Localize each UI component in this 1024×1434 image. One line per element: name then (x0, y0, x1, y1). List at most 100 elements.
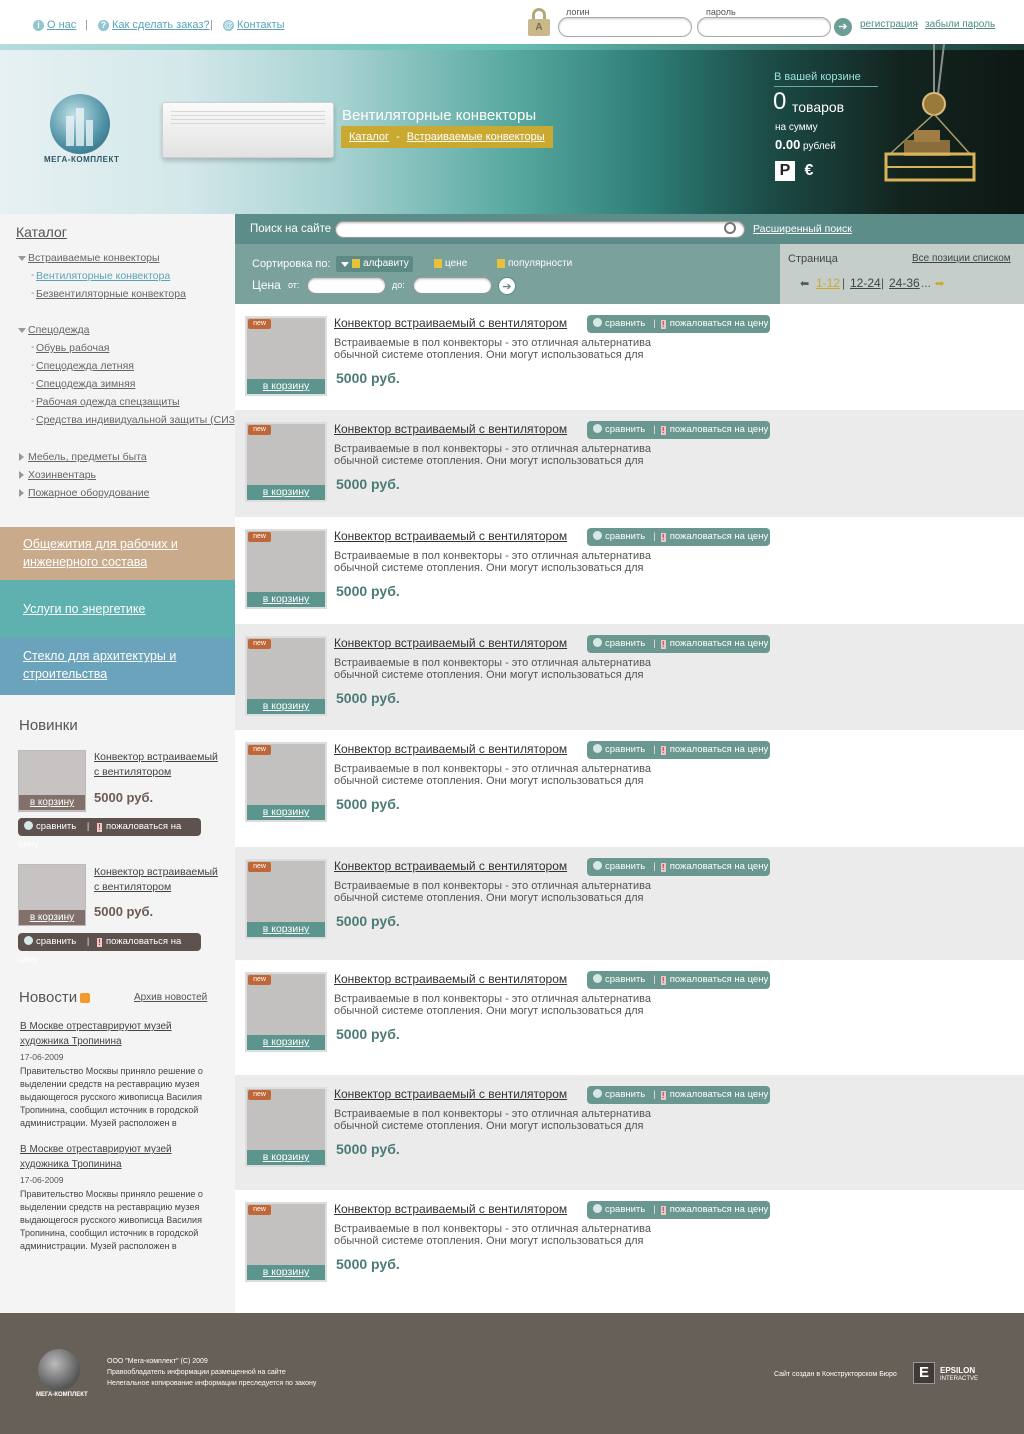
add-to-cart-button[interactable]: в корзину (247, 922, 325, 937)
news-title-link-cont[interactable]: художника Тропинина (20, 1157, 122, 1172)
compare-button[interactable]: сравнить (605, 1089, 645, 1100)
complain-price-button[interactable]: пожаловаться на цену (670, 531, 769, 542)
add-to-cart-button[interactable]: в корзину (247, 1035, 325, 1050)
add-to-cart-button[interactable]: в корзину (247, 699, 325, 714)
complain-price-button[interactable]: пожаловаться на цену (670, 1089, 769, 1100)
next-page-arrow-icon[interactable]: ➡ (935, 277, 944, 290)
novelty-name-link-cont[interactable]: с вентилятором (94, 880, 171, 895)
login-submit-arrow-icon[interactable]: ➔ (834, 18, 852, 36)
price-filter-go-icon[interactable]: ➔ (498, 277, 516, 295)
news-title-link-cont[interactable]: художника Тропинина (20, 1034, 122, 1049)
news-title-link[interactable]: В Москве отреставрируют музей (20, 1019, 172, 1034)
sort-popularity-option[interactable]: популярности (508, 258, 572, 269)
forgot-password-link[interactable]: забыли пароль (925, 19, 995, 30)
expanded-arrow-icon[interactable] (18, 256, 26, 261)
rss-icon[interactable] (80, 993, 90, 1003)
sidebar-item-ppe[interactable]: Средства индивидуальной защиты (СИЗ) (36, 414, 239, 426)
compare-button[interactable]: сравнить (36, 936, 76, 947)
currency-rub-button[interactable]: Р (775, 161, 795, 181)
nav-howto-link[interactable]: Как сделать заказ? (112, 19, 210, 31)
sidebar-item-fanless-convectors[interactable]: Безвентиляторные конвектора (36, 288, 186, 300)
footer-logo-icon[interactable] (38, 1349, 80, 1391)
epsilon-logo-icon[interactable]: E (913, 1362, 935, 1384)
sidebar-item-winter-workwear[interactable]: Спецодежда зимняя (36, 378, 135, 390)
complain-price-button[interactable]: пожаловаться на цену (670, 318, 769, 329)
compare-button[interactable]: сравнить (605, 424, 645, 435)
advanced-search-link[interactable]: Расширенный поиск (753, 223, 852, 235)
sidebar-item-work-shoes[interactable]: Обувь рабочая (36, 342, 109, 354)
compare-button[interactable]: сравнить (605, 1204, 645, 1215)
sidebar-item-workwear[interactable]: Спецодежда (28, 324, 89, 336)
promo-architectural-glass[interactable]: Стекло для архитектуры и строительства (0, 638, 235, 695)
currency-eur-button[interactable]: € (799, 161, 819, 181)
sidebar-item-summer-workwear[interactable]: Спецодежда летняя (36, 360, 134, 372)
add-to-cart-button[interactable]: в корзину (247, 1150, 325, 1165)
page-1-12[interactable]: 1-12 (816, 276, 840, 290)
collapsed-arrow-icon[interactable] (19, 453, 24, 461)
compare-button[interactable]: сравнить (605, 318, 645, 329)
sidebar-item-built-in-convectors[interactable]: Встраиваемые конвекторы (28, 252, 160, 264)
product-name-link[interactable]: Конвектор встраиваемый с вентилятором (334, 1202, 567, 1216)
product-name-link[interactable]: Конвектор встраиваемый с вентилятором (334, 316, 567, 330)
compare-button[interactable]: сравнить (605, 744, 645, 755)
compare-button[interactable]: сравнить (605, 638, 645, 649)
product-name-link[interactable]: Конвектор встраиваемый с вентилятором (334, 742, 567, 756)
add-to-cart-button[interactable]: в корзину (247, 805, 325, 820)
show-all-link[interactable]: Все позиции списком (912, 253, 1011, 264)
compare-button[interactable]: сравнить (605, 861, 645, 872)
price-from-input[interactable] (307, 277, 386, 294)
complain-price-button[interactable]: пожаловаться на цену (670, 1204, 769, 1215)
breadcrumb-current-link[interactable]: Встраиваемые конвекторы (407, 131, 545, 143)
promo-energy-services[interactable]: Услуги по энергетике (0, 580, 235, 638)
catalog-title-link[interactable]: Каталог (16, 224, 67, 240)
add-to-cart-button[interactable]: в корзину (247, 1265, 325, 1280)
nav-contacts-link[interactable]: Контакты (237, 19, 285, 31)
product-name-link[interactable]: Конвектор встраиваемый с вентилятором (334, 859, 567, 873)
sort-price-option[interactable]: цене (445, 258, 467, 269)
product-name-link[interactable]: Конвектор встраиваемый с вентилятором (334, 636, 567, 650)
register-link[interactable]: регистрация (860, 19, 918, 30)
novelty-name-link[interactable]: Конвектор встраиваемый (94, 750, 218, 765)
novelty-add-to-cart-button[interactable]: в корзину (19, 910, 85, 925)
nav-about-link[interactable]: О нас (47, 19, 76, 31)
product-name-link[interactable]: Конвектор встраиваемый с вентилятором (334, 972, 567, 986)
page-24-36[interactable]: 24-36 (889, 276, 920, 290)
novelty-add-to-cart-button[interactable]: в корзину (19, 795, 85, 810)
complain-price-button[interactable]: пожаловаться на цену (670, 861, 769, 872)
sidebar-item-fan-convectors[interactable]: Вентиляторные конвектора (36, 270, 170, 282)
compare-button[interactable]: сравнить (605, 531, 645, 542)
sidebar-item-furniture[interactable]: Мебель, предметы быта (28, 451, 147, 463)
sidebar-item-household[interactable]: Хозинвентарь (28, 469, 96, 481)
complain-price-button[interactable]: пожаловаться на цену (670, 424, 769, 435)
add-to-cart-button[interactable]: в корзину (247, 485, 325, 500)
sidebar-item-protective-clothing[interactable]: Рабочая одежда спецзащиты (36, 396, 180, 408)
complain-price-button[interactable]: пожаловаться на цену (670, 744, 769, 755)
novelty-name-link[interactable]: Конвектор встраиваемый (94, 865, 218, 880)
logo-icon[interactable] (50, 94, 110, 154)
password-input[interactable] (697, 17, 831, 37)
product-name-link[interactable]: Конвектор встраиваемый с вентилятором (334, 422, 567, 436)
news-title-link[interactable]: В Москве отреставрируют музей (20, 1142, 172, 1157)
prev-page-arrow-icon[interactable]: ⬅ (800, 277, 809, 290)
compare-button[interactable]: сравнить (605, 974, 645, 985)
search-icon[interactable] (724, 222, 736, 234)
add-to-cart-button[interactable]: в корзину (247, 592, 325, 607)
collapsed-arrow-icon[interactable] (19, 471, 24, 479)
breadcrumb-catalog-link[interactable]: Каталог (349, 131, 389, 143)
collapsed-arrow-icon[interactable] (19, 489, 24, 497)
product-name-link[interactable]: Конвектор встраиваемый с вентилятором (334, 529, 567, 543)
product-name-link[interactable]: Конвектор встраиваемый с вентилятором (334, 1087, 567, 1101)
sidebar-item-fire-equipment[interactable]: Пожарное оборудование (28, 487, 149, 499)
compare-button[interactable]: сравнить (36, 821, 76, 832)
complain-price-button[interactable]: пожаловаться на цену (670, 638, 769, 649)
news-archive-link[interactable]: Архив новостей (134, 992, 207, 1003)
login-input[interactable] (558, 17, 692, 37)
page-12-24[interactable]: 12-24 (850, 276, 881, 290)
price-to-input[interactable] (413, 277, 492, 294)
add-to-cart-button[interactable]: в корзину (247, 379, 325, 394)
complain-price-button[interactable]: пожаловаться на цену (670, 974, 769, 985)
promo-dormitories[interactable]: Общежития для рабочих и инженерного сост… (0, 527, 235, 580)
novelty-name-link-cont[interactable]: с вентилятором (94, 765, 171, 780)
expanded-arrow-icon[interactable] (18, 328, 26, 333)
search-input[interactable] (335, 221, 745, 238)
